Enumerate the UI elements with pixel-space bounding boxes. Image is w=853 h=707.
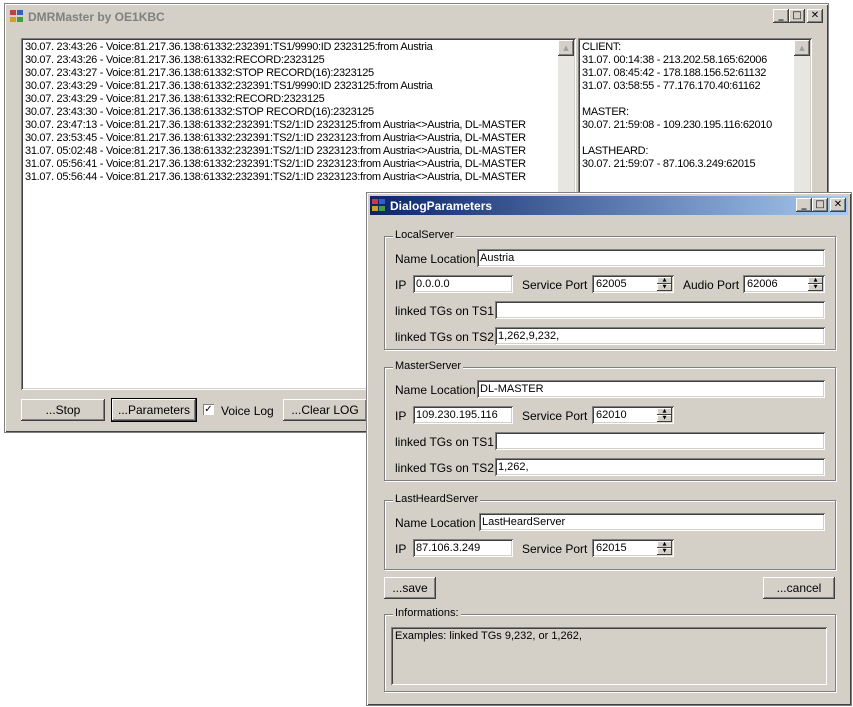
log-line: 30.07. 23:47:13 - Voice:81.217.36.138:61… bbox=[25, 119, 526, 131]
dialog-window: DialogParameters _ □ ✕ LocalServer Name … bbox=[366, 192, 852, 706]
minimize-icon[interactable]: _ bbox=[796, 198, 812, 212]
status-line: 30.07. 21:59:08 - 109.230.195.116:62010 bbox=[582, 119, 772, 131]
local-server-legend: LocalServer bbox=[393, 229, 456, 241]
local-ts2-input[interactable]: 1,262,9,232, bbox=[495, 327, 825, 345]
local-audio-port-spinner[interactable]: 62006 ▲ ▼ bbox=[743, 275, 825, 293]
local-name-location-input[interactable]: Austria bbox=[477, 249, 825, 267]
close-icon[interactable]: ✕ bbox=[830, 198, 846, 212]
service-port-label: Service Port bbox=[522, 278, 588, 292]
local-ip-input[interactable]: 0.0.0.0 bbox=[413, 275, 513, 293]
master-service-port-value: 62010 bbox=[596, 409, 627, 421]
master-name-location-input[interactable]: DL-MASTER bbox=[477, 380, 825, 398]
log-line: 30.07. 23:43:29 - Voice:81.217.36.138:61… bbox=[25, 80, 433, 92]
scroll-up-icon[interactable]: ▲ bbox=[558, 40, 574, 56]
dialog-title: DialogParameters bbox=[390, 198, 493, 213]
ts2-label: linked TGs on TS2 bbox=[395, 461, 494, 475]
log-line: 31.07. 05:56:41 - Voice:81.217.36.138:61… bbox=[25, 158, 526, 170]
voice-log-label: Voice Log bbox=[221, 404, 274, 418]
lastheard-service-port-spinner[interactable]: 62015 ▲ ▼ bbox=[592, 539, 674, 557]
maximize-icon[interactable]: □ bbox=[812, 198, 828, 212]
status-line: MASTER: bbox=[582, 106, 629, 118]
lastheard-server-legend: LastHeardServer bbox=[393, 493, 481, 505]
ts2-label: linked TGs on TS2 bbox=[395, 330, 494, 344]
close-icon[interactable]: ✕ bbox=[807, 9, 823, 23]
stop-button[interactable]: ...Stop bbox=[21, 399, 105, 421]
status-line: 31.07. 00:14:38 - 213.202.58.165:62006 bbox=[582, 54, 767, 66]
voice-log-checkbox[interactable]: ✓ bbox=[203, 404, 214, 415]
spin-down-icon[interactable]: ▼ bbox=[657, 284, 672, 291]
spin-down-icon[interactable]: ▼ bbox=[657, 548, 672, 555]
log-line: 30.07. 23:53:45 - Voice:81.217.36.138:61… bbox=[25, 132, 526, 144]
spin-down-icon[interactable]: ▼ bbox=[657, 415, 672, 422]
log-line: 30.07. 23:43:26 - Voice:81.217.36.138:61… bbox=[25, 54, 325, 66]
ts1-label: linked TGs on TS1 bbox=[395, 435, 494, 449]
lastheard-ip-input[interactable]: 87.106.3.249 bbox=[413, 539, 513, 557]
app-icon bbox=[372, 199, 386, 212]
status-lines: CLIENT: 31.07. 00:14:38 - 213.202.58.165:… bbox=[582, 41, 792, 171]
master-ts2-input[interactable]: 1,262, bbox=[495, 458, 825, 476]
name-location-label: Name Location bbox=[395, 516, 476, 530]
status-scrollbar[interactable]: ▲ bbox=[794, 40, 810, 196]
app-icon bbox=[10, 10, 24, 23]
log-line: 30.07. 23:43:27 - Voice:81.217.36.138:61… bbox=[25, 67, 374, 79]
master-ts1-input[interactable] bbox=[495, 432, 825, 450]
service-port-label: Service Port bbox=[522, 409, 588, 423]
ip-label: IP bbox=[395, 542, 407, 556]
status-textbox[interactable]: CLIENT: 31.07. 00:14:38 - 213.202.58.165:… bbox=[578, 38, 812, 198]
info-text: Examples: linked TGs 9,232, or 1,262, bbox=[395, 630, 582, 642]
spin-up-icon[interactable]: ▲ bbox=[657, 408, 672, 415]
ts1-label: linked TGs on TS1 bbox=[395, 304, 494, 318]
service-port-label: Service Port bbox=[522, 542, 588, 556]
master-ip-input[interactable]: 109.230.195.116 bbox=[413, 406, 513, 424]
status-line bbox=[582, 93, 792, 106]
master-server-group: MasterServer Name Location DL-MASTER IP … bbox=[384, 360, 836, 481]
master-server-legend: MasterServer bbox=[393, 360, 464, 372]
lastheard-server-group: LastHeardServer Name Location LastHeardS… bbox=[384, 493, 836, 570]
log-line: 30.07. 23:43:26 - Voice:81.217.36.138:61… bbox=[25, 41, 433, 53]
ip-label: IP bbox=[395, 409, 407, 423]
cancel-button[interactable]: ...cancel bbox=[763, 577, 835, 599]
log-lines: 30.07. 23:43:26 - Voice:81.217.36.138:61… bbox=[25, 41, 556, 184]
lastheard-name-location-input[interactable]: LastHeardServer bbox=[479, 513, 825, 531]
status-line bbox=[582, 132, 792, 145]
status-line: 31.07. 08:45:42 - 178.188.156.52:61132 bbox=[582, 67, 767, 79]
log-line: 31.07. 05:02:48 - Voice:81.217.36.138:61… bbox=[25, 145, 526, 157]
maximize-icon[interactable]: □ bbox=[789, 9, 805, 23]
main-titlebar[interactable]: DMRMaster by OE1KBC _ □ ✕ bbox=[8, 7, 825, 26]
spin-up-icon[interactable]: ▲ bbox=[657, 541, 672, 548]
status-line: CLIENT: bbox=[582, 41, 621, 53]
parameters-button[interactable]: ...Parameters bbox=[112, 399, 196, 421]
status-line: 31.07. 03:58:55 - 77.176.170.40:61162 bbox=[582, 80, 761, 92]
minimize-icon[interactable]: _ bbox=[773, 9, 789, 23]
audio-port-label: Audio Port bbox=[683, 278, 740, 292]
save-button[interactable]: ...save bbox=[384, 577, 436, 599]
spin-up-icon[interactable]: ▲ bbox=[657, 277, 672, 284]
lastheard-service-port-value: 62015 bbox=[596, 542, 627, 554]
status-line: LASTHEARD: bbox=[582, 145, 649, 157]
informations-group: Informations: Examples: linked TGs 9,232… bbox=[384, 607, 836, 692]
informations-legend: Informations: bbox=[393, 607, 461, 619]
name-location-label: Name Location bbox=[395, 252, 476, 266]
log-line: 31.07. 05:56:44 - Voice:81.217.36.138:61… bbox=[25, 171, 526, 183]
clear-log-button[interactable]: ...Clear LOG bbox=[283, 399, 367, 421]
local-service-port-spinner[interactable]: 62005 ▲ ▼ bbox=[592, 275, 674, 293]
info-textbox[interactable]: Examples: linked TGs 9,232, or 1,262, bbox=[391, 627, 827, 685]
name-location-label: Name Location bbox=[395, 383, 476, 397]
spin-down-icon[interactable]: ▼ bbox=[808, 284, 823, 291]
master-service-port-spinner[interactable]: 62010 ▲ ▼ bbox=[592, 406, 674, 424]
status-line: 30.07. 21:59:07 - 87.106.3.249:62015 bbox=[582, 158, 756, 170]
spin-up-icon[interactable]: ▲ bbox=[808, 277, 823, 284]
log-line: 30.07. 23:43:30 - Voice:81.217.36.138:61… bbox=[25, 106, 374, 118]
scroll-up-icon[interactable]: ▲ bbox=[794, 40, 810, 56]
local-server-group: LocalServer Name Location Austria IP 0.0… bbox=[384, 229, 836, 350]
local-ts1-input[interactable] bbox=[495, 301, 825, 319]
log-line: 30.07. 23:43:29 - Voice:81.217.36.138:61… bbox=[25, 93, 325, 105]
local-audio-port-value: 62006 bbox=[747, 278, 778, 290]
main-title: DMRMaster by OE1KBC bbox=[28, 9, 165, 24]
ip-label: IP bbox=[395, 278, 407, 292]
local-service-port-value: 62005 bbox=[596, 278, 627, 290]
dialog-titlebar[interactable]: DialogParameters _ □ ✕ bbox=[370, 196, 848, 215]
